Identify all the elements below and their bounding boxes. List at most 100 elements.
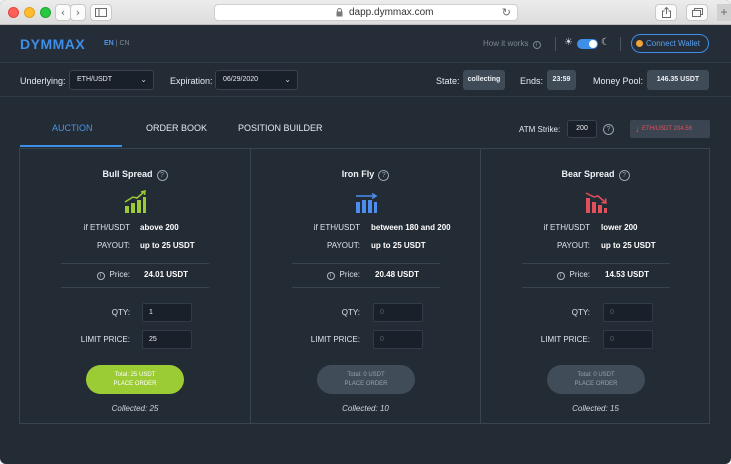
condition-label: if ETH/USDT: [83, 223, 130, 232]
underlying-select[interactable]: ETH/USDT ⌄: [69, 70, 154, 90]
expiration-label: Expiration:: [170, 76, 213, 86]
tab-bar: AUCTION ORDER BOOK POSITION BUILDER ATM …: [0, 97, 731, 147]
minimize-window-button[interactable]: [24, 7, 35, 18]
qty-input[interactable]: 1: [142, 303, 192, 322]
qty-label: QTY:: [111, 308, 130, 317]
connect-wallet-label: Connect Wallet: [646, 39, 700, 48]
money-pool-label: Money Pool:: [593, 76, 644, 86]
price-label: Price:: [339, 270, 360, 279]
forward-button[interactable]: ›: [70, 4, 86, 21]
strategy-panel: Bull Spread? if ETH/USDT above 200 PAYOU…: [19, 148, 710, 424]
order-action: PLACE ORDER: [113, 381, 157, 387]
payout-value: up to 25 USDT: [371, 241, 426, 250]
money-pool-badge: 146.35 USDT: [647, 70, 709, 90]
help-icon[interactable]: ?: [603, 124, 614, 135]
app-header: DYMMAX EN | CN How it works i ☀ ☾ Connec…: [0, 25, 731, 63]
strategy-title: Bull Spread?: [20, 169, 250, 181]
chevron-down-icon: ⌄: [284, 75, 291, 84]
limit-price-input[interactable]: 25: [142, 330, 192, 349]
help-icon[interactable]: ?: [378, 170, 390, 181]
how-it-works-label: How it works: [483, 39, 529, 48]
lock-icon: [336, 8, 343, 19]
expiration-value: 06/29/2020: [223, 76, 259, 83]
sun-icon: ☀: [564, 37, 573, 48]
active-tab-indicator: [20, 145, 122, 147]
language-switch: EN | CN: [104, 40, 130, 47]
underlying-label: Underlying:: [20, 76, 66, 86]
order-action: PLACE ORDER: [344, 381, 388, 387]
price-value: 20.48 USDT: [375, 270, 420, 279]
filter-bar: Underlying: ETH/USDT ⌄ Expiration: 06/29…: [0, 64, 731, 97]
strategy-title: Bear Spread?: [481, 169, 710, 181]
help-icon[interactable]: ?: [618, 170, 630, 181]
zoom-window-button[interactable]: [40, 7, 51, 18]
lang-cn[interactable]: CN: [119, 40, 129, 47]
divider: [61, 287, 209, 288]
limit-price-label: LIMIT PRICE:: [540, 335, 590, 344]
tabs-overview-icon[interactable]: [686, 4, 708, 21]
qty-input[interactable]: 0: [373, 303, 423, 322]
divider: [555, 37, 556, 51]
strategy-card-bear-spread: Bear Spread? if ETH/USDT lower 200 PAYOU…: [480, 149, 710, 423]
strategy-card-iron-fly: Iron Fly? if ETH/USDT between 180 and 20…: [250, 149, 480, 423]
how-it-works-link[interactable]: How it works i: [483, 39, 541, 49]
tab-position-builder[interactable]: POSITION BUILDER: [238, 123, 323, 133]
condition-label: if ETH/USDT: [543, 223, 590, 232]
collected-text: Collected: 25: [111, 404, 159, 413]
address-bar[interactable]: dapp.dymmax.com ↻: [214, 4, 518, 21]
limit-price-label: LIMIT PRICE:: [310, 335, 360, 344]
logo: DYMMAX: [20, 36, 86, 52]
lang-separator: |: [115, 40, 118, 47]
atm-strike-value[interactable]: 200: [567, 120, 597, 138]
place-order-button[interactable]: Total: 25 USDT PLACE ORDER: [86, 365, 184, 394]
bear-chart-icon: [585, 192, 607, 213]
strategy-card-bull-spread: Bull Spread? if ETH/USDT above 200 PAYOU…: [20, 149, 250, 423]
connect-wallet-button[interactable]: Connect Wallet: [631, 34, 709, 53]
info-icon: i: [556, 272, 565, 280]
tab-order-book[interactable]: ORDER BOOK: [146, 123, 207, 133]
limit-price-label: LIMIT PRICE:: [80, 335, 130, 344]
strategy-title-text: Bull Spread: [102, 169, 153, 179]
lang-en[interactable]: EN: [104, 40, 114, 47]
divider: [620, 37, 621, 51]
limit-price-input[interactable]: 0: [603, 330, 653, 349]
reload-icon[interactable]: ↻: [502, 6, 511, 19]
divider: [522, 287, 670, 288]
tab-auction[interactable]: AUCTION: [52, 123, 93, 133]
place-order-button[interactable]: Total: 0 USDT PLACE ORDER: [317, 365, 415, 394]
info-icon: i: [326, 272, 335, 280]
divider: [292, 287, 440, 288]
close-window-button[interactable]: [8, 7, 19, 18]
price-label-wrap: i Price:: [96, 270, 130, 280]
theme-toggle[interactable]: [577, 39, 598, 49]
price-label-wrap: i Price:: [326, 270, 360, 280]
order-action: PLACE ORDER: [574, 381, 618, 387]
help-icon[interactable]: ?: [156, 170, 168, 181]
bull-chart-icon: [124, 190, 146, 213]
order-total: Total: 25 USDT: [114, 372, 156, 378]
share-icon[interactable]: [655, 4, 677, 21]
limit-price-input[interactable]: 0: [373, 330, 423, 349]
price-label-wrap: i Price:: [556, 270, 590, 280]
payout-value: up to 25 USDT: [601, 241, 656, 250]
qty-label: QTY:: [571, 308, 590, 317]
underlying-value: ETH/USDT: [77, 76, 112, 83]
condition-value: above 200: [140, 223, 179, 232]
arrow-down-icon: ↓: [635, 124, 640, 134]
condition-label: if ETH/USDT: [313, 223, 360, 232]
atm-strike-label: ATM Strike:: [519, 125, 561, 134]
toggle-knob: [589, 40, 597, 48]
back-button[interactable]: ‹: [55, 4, 71, 21]
payout-label: PAYOUT:: [96, 241, 130, 250]
strategy-title-text: Iron Fly: [341, 169, 375, 179]
chevron-down-icon: ⌄: [140, 75, 147, 84]
info-icon: i: [532, 41, 541, 49]
ends-label: Ends:: [520, 76, 544, 86]
qty-input[interactable]: 0: [603, 303, 653, 322]
place-order-button[interactable]: Total: 0 USDT PLACE ORDER: [547, 365, 645, 394]
state-label: State:: [436, 76, 460, 86]
expiration-select[interactable]: 06/29/2020 ⌄: [215, 70, 298, 90]
new-tab-button[interactable]: +: [717, 4, 731, 21]
sidebar-toggle-icon[interactable]: [90, 4, 112, 21]
price-label: Price:: [109, 270, 130, 279]
